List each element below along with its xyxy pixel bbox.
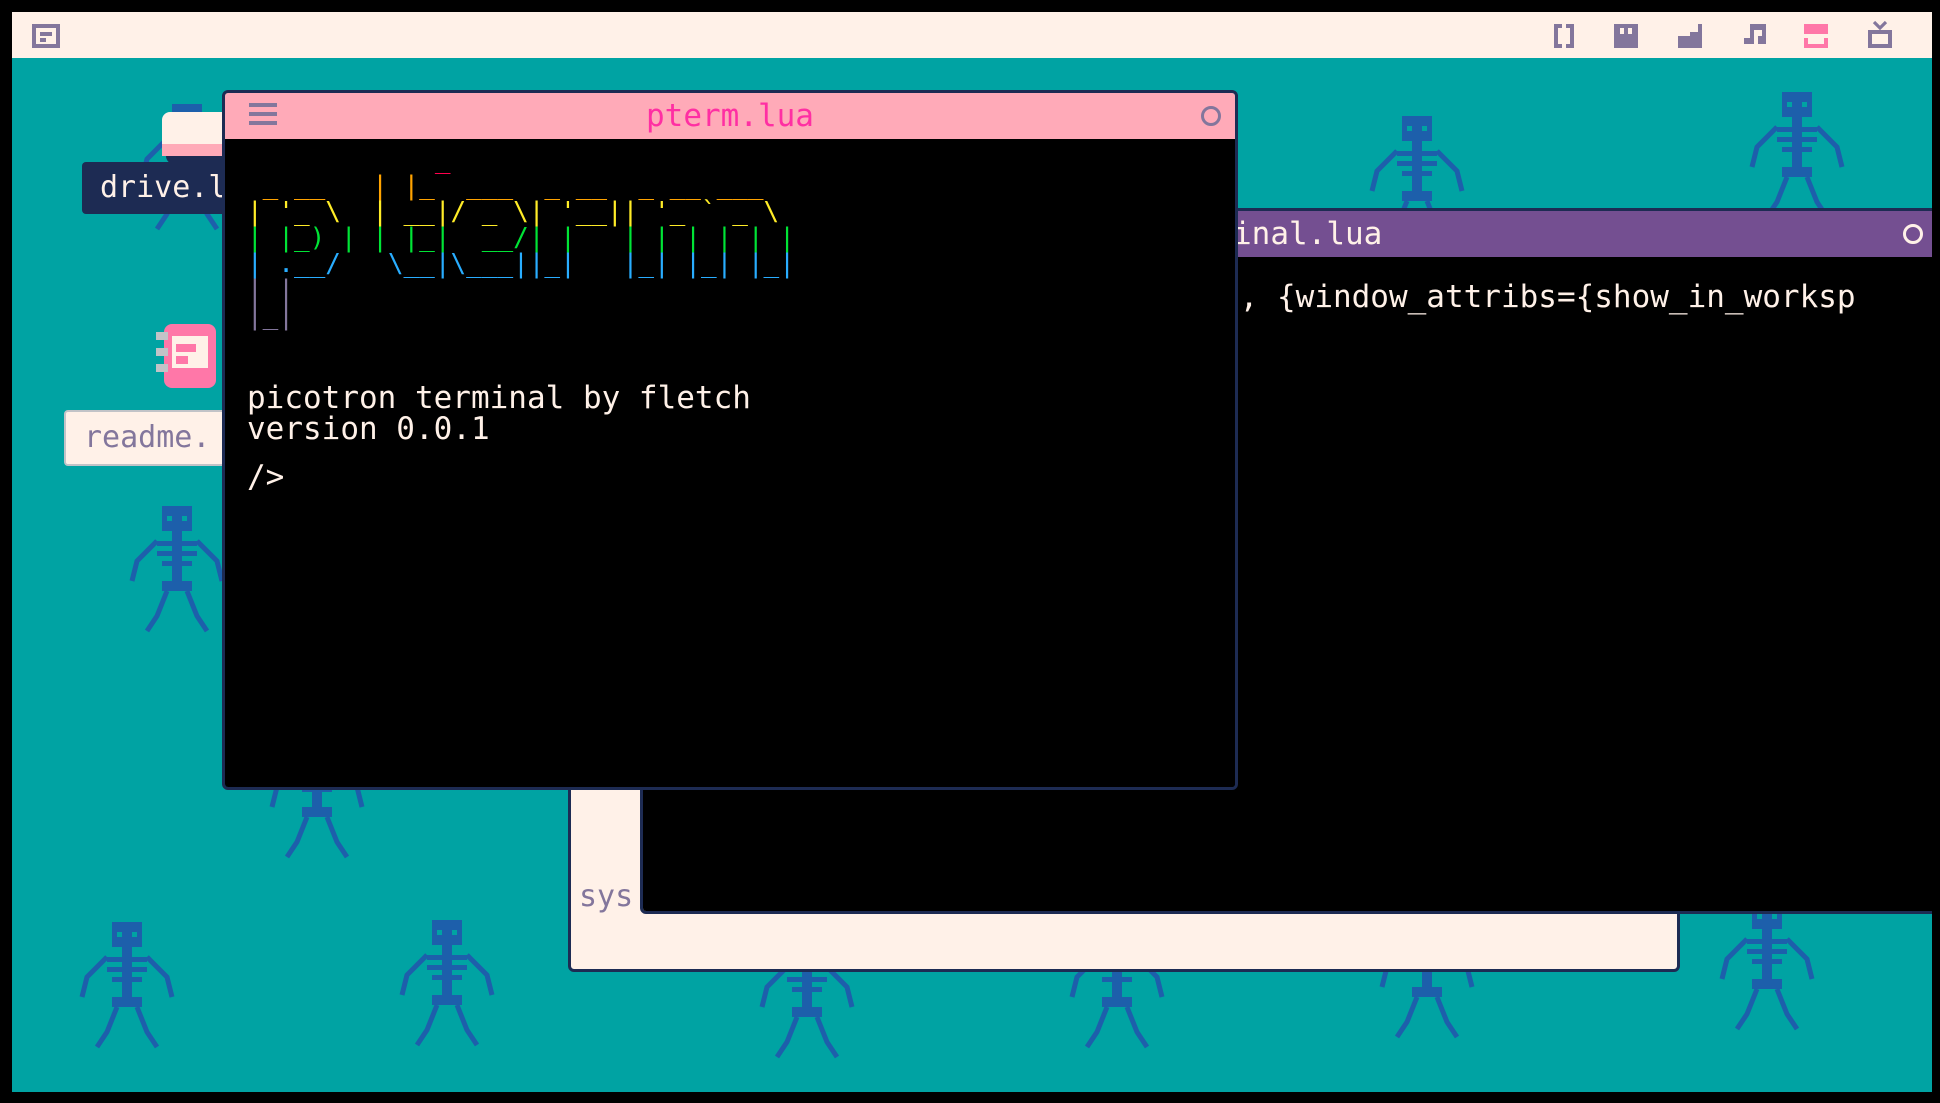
pterm-window-title: pterm.lua xyxy=(646,98,814,134)
pterm-close-icon[interactable] xyxy=(1201,106,1221,126)
ascii-logo-line: | .__/ \__|\___||_| |_| |_| |_| xyxy=(247,249,795,279)
skeleton-icon xyxy=(1719,904,1815,1031)
pterm-window[interactable]: pterm.lua _ _ __ | |_ ___ _ __ _ __ ___ |… xyxy=(222,90,1238,790)
sprite-editor-icon[interactable] xyxy=(1610,20,1642,52)
ascii-logo-line: _ __ | |_ ___ _ __ _ __ ___ xyxy=(247,171,764,201)
version-line: version 0.0.1 xyxy=(247,411,490,447)
ascii-logo-line: | | xyxy=(247,275,294,305)
workspace-icon[interactable] xyxy=(1800,20,1832,52)
fullscreen-tv-icon[interactable] xyxy=(1864,20,1896,52)
top-toolbar xyxy=(12,12,1932,58)
skeleton-icon xyxy=(129,506,225,633)
pterm-body[interactable]: _ _ __ | |_ ___ _ __ _ __ ___ | '_ \ | __… xyxy=(225,139,1235,787)
desktop-item-readme-label[interactable]: readme. xyxy=(64,410,231,466)
code-editor-icon[interactable] xyxy=(1548,20,1580,52)
skeleton-icon xyxy=(79,922,175,1049)
system-window-label: sys xyxy=(579,879,634,914)
ascii-logo-line: | |_) | | |_| __/| | | | | | | | xyxy=(247,223,795,253)
welcome-line: picotron terminal by fletch xyxy=(247,380,751,416)
ascii-logo-line: |_| xyxy=(247,301,294,331)
picotron-desktop: drive.l readme. sys rminal.lua ", {windo… xyxy=(12,12,1932,1092)
terminal-close-icon[interactable] xyxy=(1903,224,1923,244)
pterm-titlebar[interactable]: pterm.lua xyxy=(225,93,1235,139)
picotron-logo-icon[interactable] xyxy=(30,20,62,52)
readme-book-icon[interactable] xyxy=(156,320,220,392)
skeleton-icon xyxy=(1749,92,1845,219)
music-editor-icon[interactable] xyxy=(1738,20,1770,52)
desktop-item-drive-label[interactable]: drive.l xyxy=(82,162,245,214)
terminal-code-line: ", {window_attribs={show_in_worksp xyxy=(1221,279,1856,315)
command-prompt[interactable]: /> xyxy=(247,461,284,493)
ascii-logo-line: _ xyxy=(247,145,451,175)
ascii-logo-line: | '_ \ | __|/ _ \| '__|| '_ ` _ \ xyxy=(247,197,780,227)
skeleton-icon xyxy=(399,920,495,1047)
map-editor-icon[interactable] xyxy=(1674,20,1706,52)
